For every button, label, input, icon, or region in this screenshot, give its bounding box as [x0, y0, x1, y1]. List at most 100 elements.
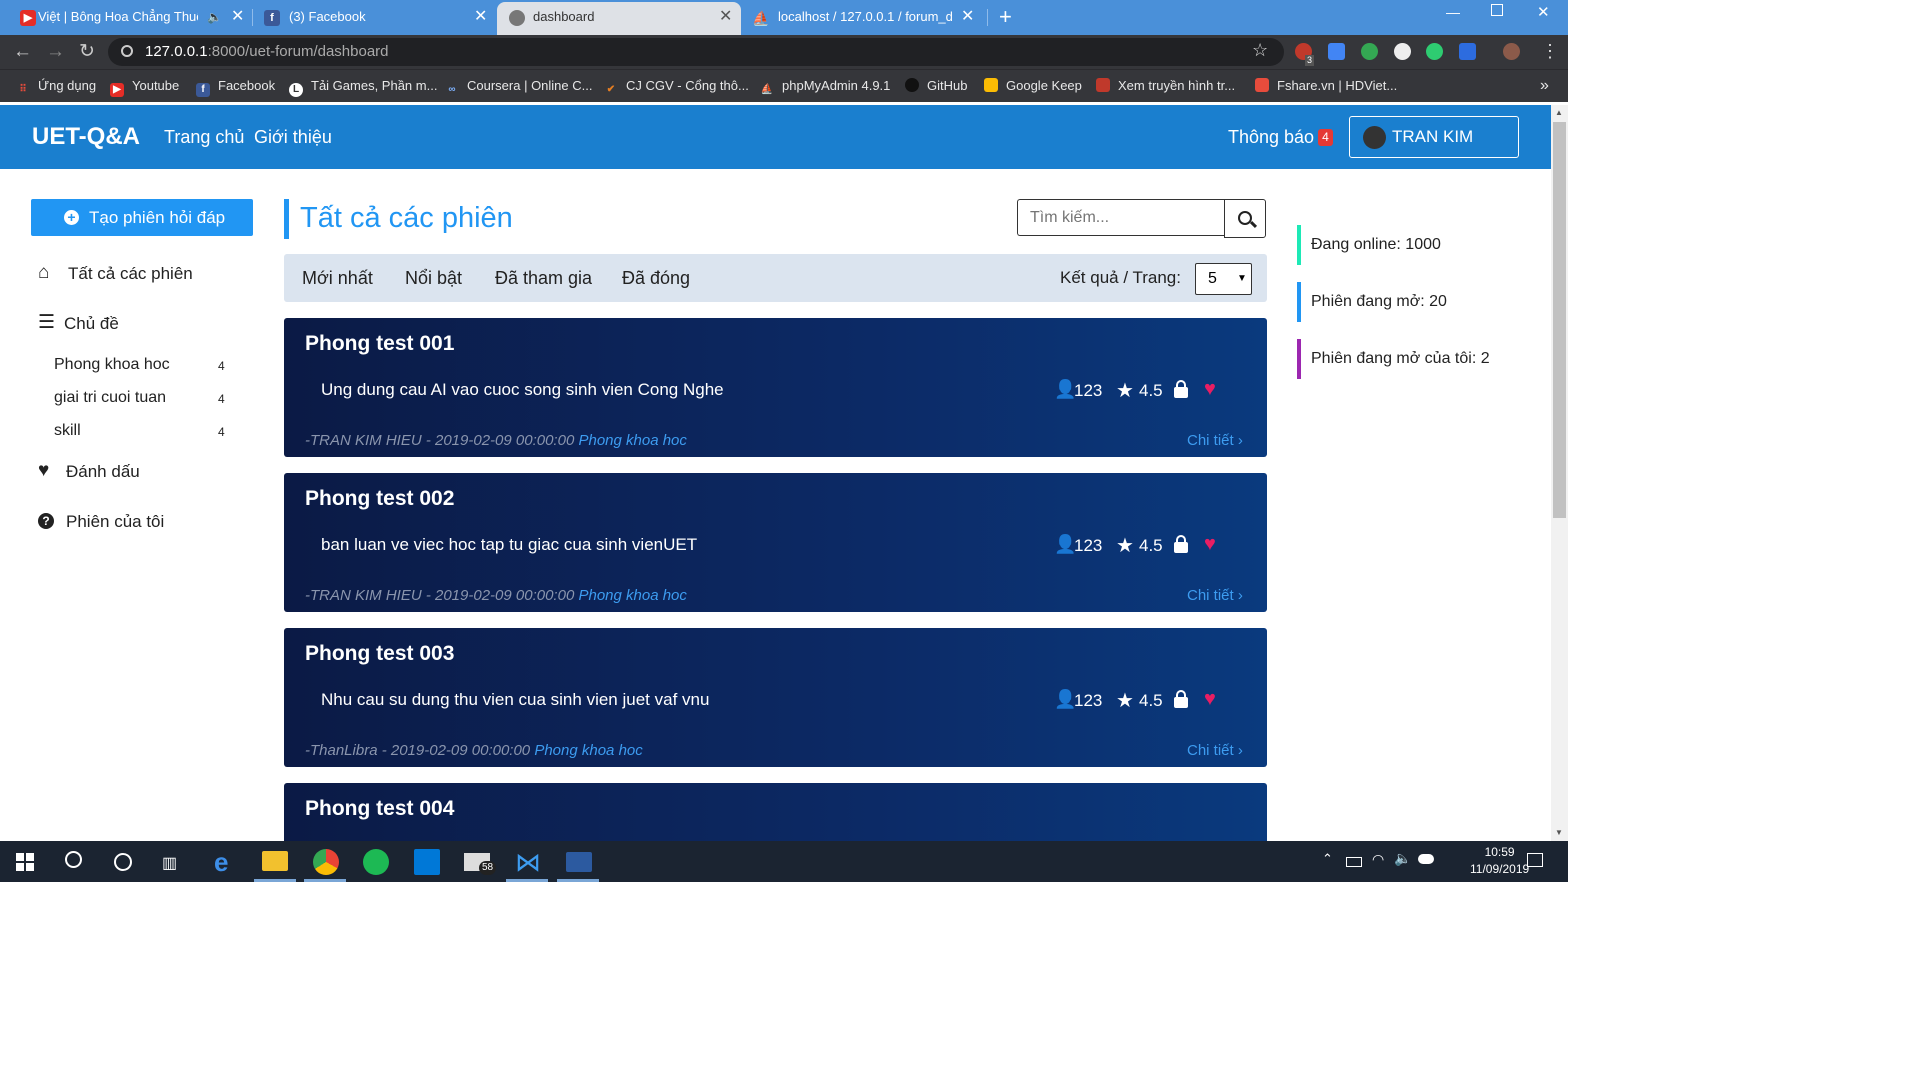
forward-icon[interactable]: →: [46, 39, 65, 65]
session-card[interactable]: Phong test 004: [284, 783, 1267, 841]
sidebar-item-topics[interactable]: ☰ Chủ đề: [38, 312, 238, 336]
category-item[interactable]: Phong khoa hoc: [54, 356, 170, 374]
heart-icon[interactable]: ♥: [1204, 378, 1216, 401]
cortana-icon[interactable]: [114, 853, 132, 871]
vscode-icon[interactable]: ⋈: [515, 849, 541, 875]
detail-link[interactable]: Chi tiết ›: [1187, 742, 1243, 759]
info-icon[interactable]: [121, 45, 133, 57]
bookmark-cgv[interactable]: ✔ CJ CGV - Cổng thô...: [604, 70, 749, 102]
notification-center-icon[interactable]: [1527, 853, 1543, 867]
url-field[interactable]: 127.0.0.1:8000/uet-forum/dashboard ☆: [108, 38, 1284, 66]
search-button[interactable]: [1224, 199, 1266, 238]
session-card[interactable]: Phong test 002 ban luan ve viec hoc tap …: [284, 473, 1267, 612]
close-icon[interactable]: ✕: [231, 2, 244, 32]
star-icon[interactable]: ☆: [1252, 40, 1268, 61]
sidebar-item-all-sessions[interactable]: ⌂ Tất cả các phiên: [38, 262, 238, 286]
file-explorer-icon[interactable]: [262, 851, 288, 871]
tab-featured[interactable]: Nổi bật: [405, 254, 462, 302]
search-input[interactable]: [1017, 199, 1225, 236]
bookmark-facebook[interactable]: f Facebook: [196, 70, 275, 102]
tab-joined[interactable]: Đã tham gia: [495, 254, 592, 302]
restore-icon[interactable]: [1491, 4, 1503, 16]
chrome-icon[interactable]: [313, 849, 339, 875]
per-page-label: Kết quả / Trang:: [1060, 268, 1181, 287]
scrollbar-thumb[interactable]: [1553, 122, 1566, 518]
per-page-select[interactable]: 5 ▼: [1195, 263, 1252, 295]
back-icon[interactable]: ←: [13, 39, 32, 65]
session-title[interactable]: Phong test 004: [305, 797, 454, 821]
session-title[interactable]: Phong test 002: [305, 487, 454, 511]
bookmark-apps[interactable]: ⠿ Ứng dụng: [16, 70, 96, 102]
onedrive-icon[interactable]: [1418, 854, 1434, 864]
participant-count: 123: [1074, 536, 1103, 555]
category-item[interactable]: skill: [54, 422, 81, 440]
sidebar-item-bookmarks[interactable]: ♥ Đánh dấu: [38, 460, 238, 484]
sidebar-item-my-sessions[interactable]: ? Phiên của tôi: [38, 510, 238, 534]
nav-about[interactable]: Giới thiệu: [254, 105, 332, 169]
battery-icon[interactable]: [1346, 857, 1362, 867]
search-icon[interactable]: [65, 851, 82, 868]
wifi-icon[interactable]: ◠: [1372, 851, 1384, 868]
heart-icon[interactable]: ♥: [1204, 533, 1216, 556]
session-category[interactable]: Phong khoa hoc: [578, 587, 686, 604]
bookmark-fshare[interactable]: Fshare.vn | HDViet...: [1255, 70, 1397, 102]
menu-dots-icon[interactable]: ⋮: [1541, 41, 1559, 62]
chevron-up-icon[interactable]: ⌃: [1322, 851, 1333, 867]
detail-link[interactable]: Chi tiết ›: [1187, 587, 1243, 604]
browser-tab-active[interactable]: dashboard ✕: [497, 2, 741, 35]
brand-logo[interactable]: UET-Q&A: [32, 105, 140, 169]
session-card[interactable]: Phong test 003 Nhu cau su dung thu vien …: [284, 628, 1267, 767]
colorful-ext-icon[interactable]: [1426, 43, 1443, 60]
windows-start-icon[interactable]: [16, 853, 34, 871]
browser-tab[interactable]: f (3) Facebook ✕: [252, 2, 496, 35]
bookmark-coursera[interactable]: ∞ Coursera | Online C...: [445, 70, 592, 102]
circle-ext-icon[interactable]: [1394, 43, 1411, 60]
edge-icon[interactable]: e: [214, 847, 228, 878]
session-title[interactable]: Phong test 003: [305, 642, 454, 666]
session-title[interactable]: Phong test 001: [305, 332, 454, 356]
session-category[interactable]: Phong khoa hoc: [578, 432, 686, 449]
user-menu-button[interactable]: TRAN KIM HIEU: [1349, 116, 1519, 186]
session-category[interactable]: Phong khoa hoc: [534, 742, 642, 759]
close-icon[interactable]: ✕: [719, 2, 732, 32]
heart-icon[interactable]: ♥: [1204, 688, 1216, 711]
audio-icon[interactable]: 🔈: [207, 2, 222, 32]
minimize-icon[interactable]: —: [1446, 4, 1460, 20]
reload-icon[interactable]: ↻: [79, 39, 95, 65]
bookmark-games[interactable]: L Tải Games, Phần m...: [289, 70, 437, 102]
bookmark-phpmyadmin[interactable]: ⛵ phpMyAdmin 4.9.1: [760, 70, 891, 102]
powershell-icon[interactable]: [566, 852, 592, 872]
browser-tab[interactable]: ⛵ localhost / 127.0.0.1 / forum_db / ✕: [742, 2, 986, 35]
task-view-icon[interactable]: ▥: [162, 853, 177, 873]
chrome-ext-icon[interactable]: [1361, 43, 1378, 60]
bookmark-keep[interactable]: Google Keep: [984, 70, 1082, 102]
scroll-down-icon[interactable]: ▼: [1555, 828, 1563, 837]
taskbar-clock[interactable]: 10:59 11/09/2019: [1470, 844, 1529, 878]
spotify-icon[interactable]: [363, 849, 389, 875]
translate-icon[interactable]: [1328, 43, 1345, 60]
store-icon[interactable]: [414, 849, 440, 875]
category-item[interactable]: giai tri cuoi tuan: [54, 389, 166, 407]
notifications-link[interactable]: Thông báo 4: [1228, 105, 1333, 169]
browser-tab[interactable]: ▶ Việt | Bông Hoa Chẳng Thuộ 🔈 ✕: [0, 2, 250, 35]
tab-closed[interactable]: Đã đóng: [622, 254, 690, 302]
close-window-icon[interactable]: ✕: [1537, 3, 1550, 21]
detail-link[interactable]: Chi tiết ›: [1187, 432, 1243, 449]
create-session-button[interactable]: + Tạo phiên hỏi đáp: [31, 199, 253, 236]
volume-icon[interactable]: 🔈: [1394, 850, 1411, 867]
bookmark-tv[interactable]: Xem truyền hình tr...: [1096, 70, 1235, 102]
profile-avatar[interactable]: [1503, 43, 1520, 60]
new-tab-icon[interactable]: +: [999, 3, 1012, 31]
heart-icon: ♥: [38, 460, 50, 481]
session-author-date: -ThanLibra - 2019-02-09 00:00:00: [305, 742, 531, 759]
j-ext-icon[interactable]: [1459, 43, 1476, 60]
close-icon[interactable]: ✕: [474, 2, 487, 32]
tab-newest[interactable]: Mới nhất: [302, 254, 373, 302]
bookmarks-overflow-icon[interactable]: »: [1540, 70, 1549, 102]
nav-home[interactable]: Trang chủ: [164, 105, 244, 169]
bookmark-youtube[interactable]: ▶ Youtube: [110, 70, 179, 102]
scroll-up-icon[interactable]: ▲: [1555, 108, 1563, 117]
close-icon[interactable]: ✕: [961, 2, 974, 32]
bookmark-github[interactable]: GitHub: [905, 70, 967, 102]
session-card[interactable]: Phong test 001 Ung dung cau AI vao cuoc …: [284, 318, 1267, 457]
